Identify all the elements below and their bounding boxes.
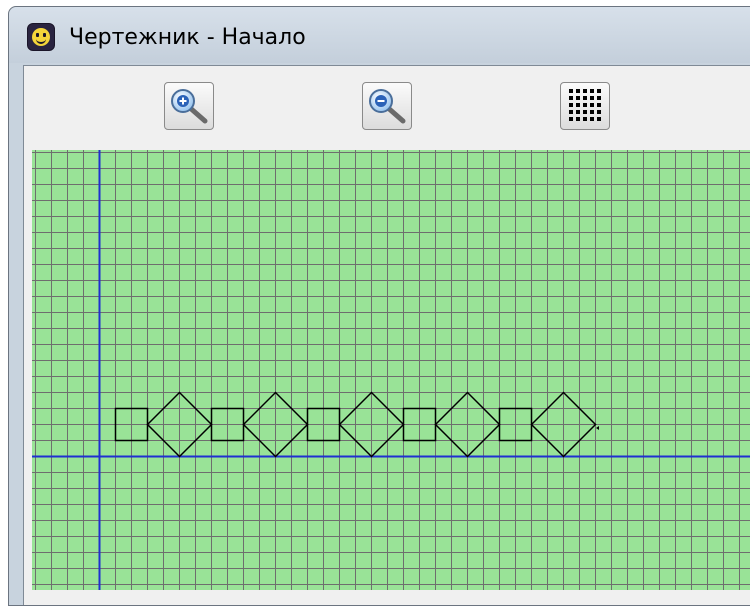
magnifier-minus-icon [369, 89, 406, 124]
window-title: Чертежник - Начало [69, 25, 306, 50]
drawing-canvas[interactable] [32, 150, 750, 590]
zoom-in-button[interactable] [164, 82, 214, 130]
toolbar [24, 66, 750, 150]
title-bar[interactable]: Чертежник - Начало [9, 7, 750, 63]
app-window: Чертежник - Начало [8, 6, 750, 606]
zoom-out-button[interactable] [362, 82, 412, 130]
drawing-surface [32, 150, 750, 590]
grid-dots-icon [569, 89, 601, 121]
client-area [23, 65, 750, 605]
grid-toggle-button[interactable] [560, 82, 610, 130]
magnifier-plus-icon [171, 89, 208, 124]
smiley-app-icon [27, 23, 55, 51]
